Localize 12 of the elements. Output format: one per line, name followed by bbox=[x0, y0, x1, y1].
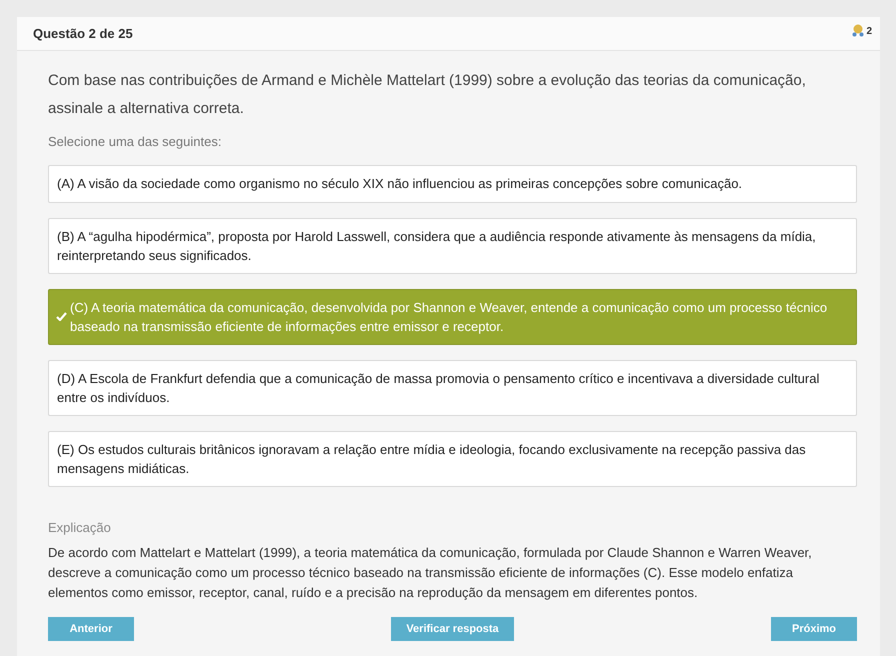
instruction-text: Selecione uma das seguintes: bbox=[48, 133, 222, 151]
badge-count: 2 bbox=[866, 25, 872, 39]
medal-icon bbox=[852, 24, 864, 37]
explanation-heading: Explicação bbox=[48, 518, 112, 537]
answer-option[interactable]: (E) Os estudos culturais britânicos ignoravam a relação entre mídia e ideologia, focando exclusivamente na recepção passiva das mensagens midiáticas. bbox=[48, 430, 857, 486]
answer-option[interactable]: (D) A Escola de Frankfurt defendia que a comunicação de massa promovia o pensamento crítico e incentivava a diversidade cultural entre os indivíduos. bbox=[48, 360, 857, 416]
explanation-text: De acordo com Mattelart e Mattelart (1999), a teoria matemática da comunicação, formulada por Claude Shannon e Warren Weaver, descreve a comunicação como um processo técnico baseado na transmissão eficiente de informações (C). Esse modelo enfatiza elementos como emissor, receptor, canal, ruído e a precisão na reprodução da mensagem em diferentes pontos. bbox=[48, 544, 813, 602]
question-text: Com base nas contribuições de Armand e Michèle Mattelart (1999) sobre a evolução das teorias da comunicação, assinale a alternativa correta. bbox=[48, 71, 807, 119]
question-counter: Questão 2 de 25 bbox=[33, 24, 133, 43]
checkmark-icon bbox=[56, 312, 67, 321]
answer-option[interactable]: (A) A visão da sociedade como organismo no século XIX não influenciou as primeiras concepções sobre comunicação. bbox=[48, 164, 857, 202]
answer-option[interactable]: (B) A “agulha hipodérmica”, proposta por Harold Lasswell, considera que a audiência responde ativamente às mensagens da mídia, reinterpretando seus significados. bbox=[48, 218, 857, 274]
